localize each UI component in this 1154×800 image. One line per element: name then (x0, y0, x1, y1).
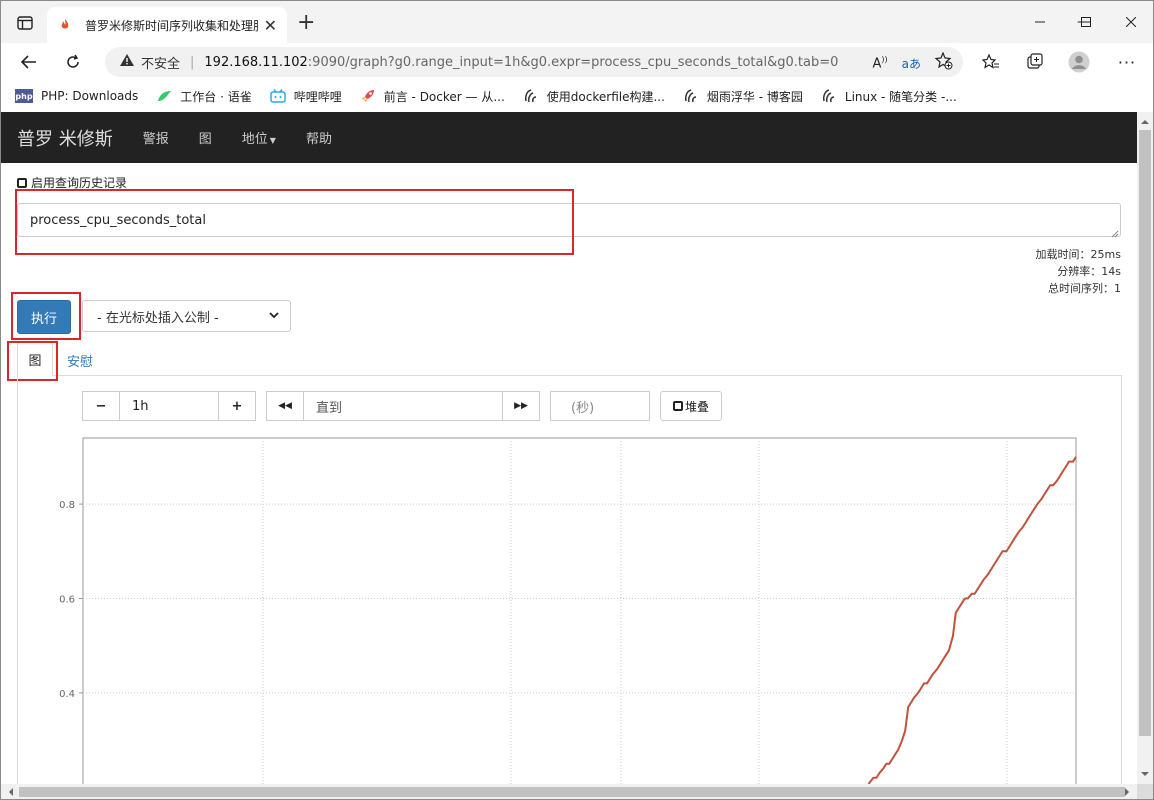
vertical-scrollbar[interactable] (1137, 112, 1153, 784)
tab-strip: 普罗米修斯时间序列收集和处理服务器 ✕ + — (1, 1, 1153, 43)
browser-tab[interactable]: 普罗米修斯时间序列收集和处理服务器 ✕ (47, 7, 287, 43)
horizontal-scroll-thumb[interactable] (19, 787, 1125, 797)
cpu-seconds-chart: 0.20.40.60.8 (59, 437, 1077, 784)
bookmark-item[interactable]: 工作台 · 语雀 (156, 88, 252, 105)
vertical-scroll-thumb[interactable] (1139, 130, 1151, 736)
url-host: 192.168.11.102 (204, 54, 308, 70)
tab-actions-icon[interactable] (11, 11, 39, 35)
php-icon: php (15, 89, 33, 103)
browser-window: 普罗米修斯时间序列收集和处理服务器 ✕ + — 不安全 (0, 0, 1154, 800)
collections-icon[interactable] (1023, 51, 1047, 73)
prometheus-favicon-icon (57, 17, 73, 33)
bookmark-label: 工作台 · 语雀 (180, 89, 252, 104)
horizontal-scrollbar[interactable] (1, 784, 1137, 799)
url-input[interactable]: 不安全 | 192.168.11.102 :9090/graph?g0.rang… (105, 47, 963, 77)
bookmark-item[interactable]: Linux - 随笔分类 -... (821, 88, 957, 105)
minimize-button[interactable] (1017, 1, 1063, 43)
bookmark-label: Linux - 随笔分类 -... (844, 89, 957, 104)
tab-close-icon[interactable]: ✕ (264, 16, 277, 35)
more-menu-icon[interactable]: ··· (1115, 51, 1139, 73)
new-tab-icon[interactable]: + (297, 12, 315, 34)
bookmark-item[interactable]: 烟雨浮华 - 博客园 (683, 88, 803, 105)
tab-title: 普罗米修斯时间序列收集和处理服务器 (85, 18, 258, 33)
bookmarks-bar: php PHP: Downloads 工作台 · 语雀 哔哩哔哩 前言 - Do… (1, 81, 1153, 111)
series-line (867, 456, 1077, 784)
read-aloud-icon[interactable]: A)) (872, 55, 887, 71)
y-tick-label: 0.6 (59, 594, 75, 605)
url-separator: | (190, 54, 195, 70)
profile-avatar-icon[interactable] (1067, 51, 1091, 73)
bookmark-label: 哔哩哔哩 (293, 89, 342, 104)
cnblogs-icon (523, 89, 539, 103)
add-favorite-icon[interactable] (934, 51, 953, 74)
not-secure-label: 不安全 (141, 56, 181, 72)
y-tick-label: 0.8 (59, 500, 75, 511)
close-window-button[interactable] (1109, 1, 1153, 43)
bilibili-icon (269, 89, 286, 103)
bookmark-item[interactable]: 前言 - Docker — 从... (360, 88, 505, 105)
y-tick-label: 0.4 (59, 689, 75, 700)
bookmark-label: 烟雨浮华 - 博客园 (706, 89, 803, 104)
plot-frame (82, 437, 1077, 784)
bookmark-item[interactable]: 使用dockerfile构建... (523, 88, 665, 105)
cnblogs-icon (821, 89, 837, 103)
back-icon[interactable] (15, 49, 43, 75)
bookmark-label: 使用dockerfile构建... (546, 89, 665, 104)
window-controls (1017, 1, 1153, 43)
translate-icon[interactable]: aあ (902, 55, 921, 72)
bookmark-item[interactable]: php PHP: Downloads (15, 89, 138, 103)
url-path: :9090/graph?g0.range_input=1h&g0.expr=pr… (307, 54, 839, 70)
bookmark-item[interactable]: 哔哩哔哩 (269, 88, 342, 105)
bookmark-label: 前言 - Docker — 从... (383, 89, 505, 104)
warning-icon (119, 53, 135, 71)
cnblogs-icon (683, 89, 699, 103)
rocket-icon (360, 89, 376, 103)
address-bar-row: 不安全 | 192.168.11.102 :9090/graph?g0.rang… (1, 43, 1153, 81)
maximize-button[interactable] (1063, 1, 1109, 43)
scrollbar-corner (1137, 784, 1153, 799)
yuque-icon (156, 89, 172, 103)
bookmark-label: PHP: Downloads (41, 89, 139, 103)
page-viewport: 普罗 米修斯 警报 图 地位 ▼ 帮助 启用查询历史记录 process_cpu_… (1, 112, 1137, 784)
url-actions: A)) aあ (872, 51, 953, 74)
favorites-icon[interactable] (979, 51, 1003, 73)
refresh-icon[interactable] (59, 49, 87, 75)
